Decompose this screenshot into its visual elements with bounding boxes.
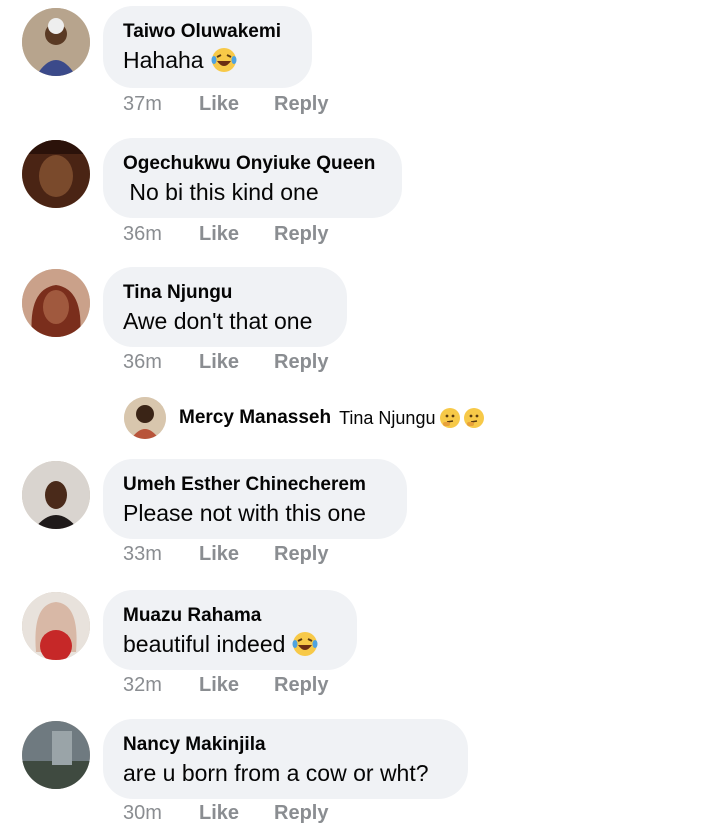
comment-text-content: are u born from a cow or wht?	[123, 760, 429, 786]
like-button[interactable]: Like	[199, 674, 239, 697]
comment-bubble: Nancy Makinjila are u born from a cow or…	[103, 719, 468, 799]
comment-time[interactable]: 30m	[123, 802, 162, 825]
comment-bubble: Umeh Esther Chinecherem Please not with …	[103, 459, 407, 539]
avatar[interactable]	[22, 592, 90, 660]
like-button[interactable]: Like	[199, 802, 239, 825]
comment-bubble: Tina Njungu Awe don't that one	[103, 267, 347, 347]
comment-text: No bi this kind one	[123, 176, 382, 208]
comment-bubble: Muazu Rahama beautiful indeed	[103, 590, 357, 670]
avatar[interactable]	[124, 397, 166, 439]
avatar[interactable]	[22, 140, 90, 208]
comment-time[interactable]: 36m	[123, 351, 162, 374]
thinking-face-icon	[464, 408, 485, 428]
like-button[interactable]: Like	[199, 223, 239, 246]
comment-text-content: No bi this kind one	[123, 179, 319, 205]
comment-author[interactable]: Taiwo Oluwakemi	[123, 20, 292, 44]
reply-button[interactable]: Reply	[274, 543, 328, 566]
like-button[interactable]: Like	[199, 93, 239, 116]
comment-text-content: Awe don't that one	[123, 308, 313, 334]
comment-time[interactable]: 37m	[123, 93, 162, 116]
avatar[interactable]	[22, 721, 90, 789]
comment-text-content: Hahaha	[123, 47, 204, 73]
comment-author[interactable]: Nancy Makinjila	[123, 733, 448, 757]
comment-text-content: beautiful indeed	[123, 631, 286, 657]
comment-time[interactable]: 32m	[123, 674, 162, 697]
comment-text: are u born from a cow or wht?	[123, 757, 448, 789]
like-button[interactable]: Like	[199, 543, 239, 566]
comment-text: beautiful indeed	[123, 628, 337, 660]
comment-author[interactable]: Umeh Esther Chinecherem	[123, 473, 387, 497]
avatar[interactable]	[22, 8, 90, 76]
comment-text: Awe don't that one	[123, 305, 327, 337]
reply-button[interactable]: Reply	[274, 802, 328, 825]
comment-bubble: Ogechukwu Onyiuke Queen No bi this kind …	[103, 138, 402, 218]
reply-text: Tina Njungu	[339, 407, 436, 428]
reply-button[interactable]: Reply	[274, 93, 328, 116]
reply-summary[interactable]: Mercy Manasseh Tina Njungu	[124, 397, 485, 439]
avatar[interactable]	[22, 269, 90, 337]
reply-button[interactable]: Reply	[274, 351, 328, 374]
comment-bubble: Taiwo Oluwakemi Hahaha	[103, 6, 312, 88]
comment-text: Hahaha	[123, 44, 292, 76]
laughing-tears-icon	[292, 632, 318, 656]
comment-author[interactable]: Ogechukwu Onyiuke Queen	[123, 152, 382, 176]
comment-text: Please not with this one	[123, 497, 387, 529]
avatar[interactable]	[22, 461, 90, 529]
comment-author[interactable]: Muazu Rahama	[123, 604, 337, 628]
like-button[interactable]: Like	[199, 351, 239, 374]
comment-time[interactable]: 33m	[123, 543, 162, 566]
comment-time[interactable]: 36m	[123, 223, 162, 246]
reply-button[interactable]: Reply	[274, 674, 328, 697]
thinking-face-icon	[440, 408, 461, 428]
comment-text-content: Please not with this one	[123, 500, 366, 526]
comment-author[interactable]: Tina Njungu	[123, 281, 327, 305]
laughing-tears-icon	[211, 48, 237, 72]
reply-author[interactable]: Mercy Manasseh	[179, 407, 331, 429]
reply-button[interactable]: Reply	[274, 223, 328, 246]
